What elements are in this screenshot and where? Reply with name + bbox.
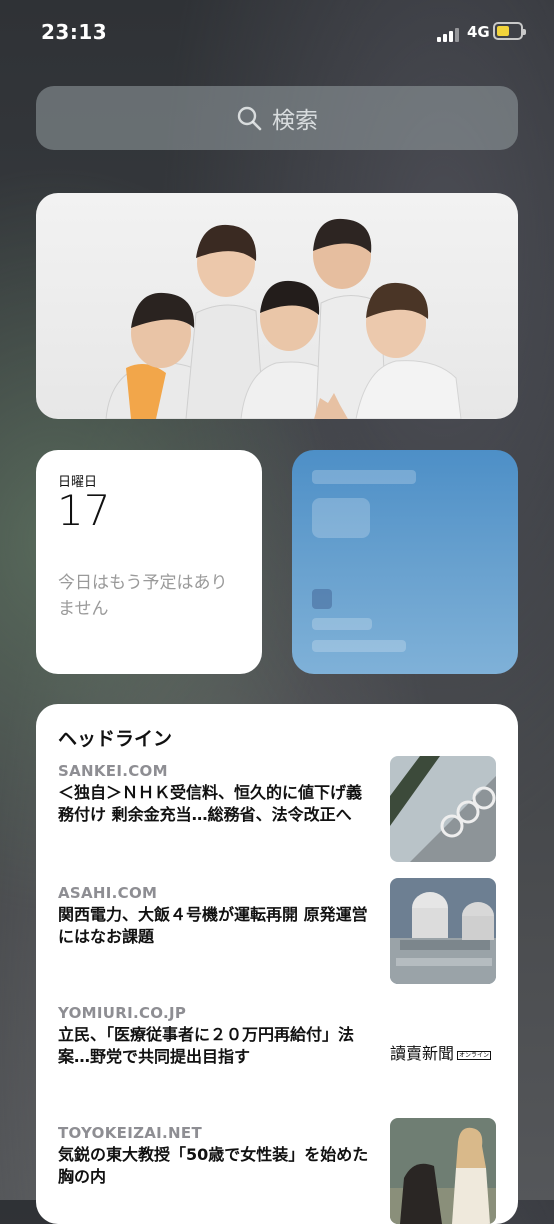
photos-widget[interactable]: [36, 193, 518, 419]
news-header: ヘッドライン: [58, 728, 173, 750]
news-thumbnail: [390, 1118, 496, 1224]
news-item[interactable]: TOYOKEIZAI.NET 気鋭の東大教授「50歳で女性装」を始めた胸の内: [58, 1118, 498, 1224]
placeholder-line: [312, 618, 372, 630]
news-title: 気鋭の東大教授「50歳で女性装」を始めた胸の内: [58, 1145, 369, 1186]
search-placeholder: 検索: [272, 108, 318, 134]
news-title: ＜独自＞ＮＨＫ受信料、恒久的に値下げ義務付け 剰余金充当…総務省、法令改正へ: [58, 783, 363, 824]
news-thumbnail: 讀賣新聞 オンライン: [390, 998, 496, 1104]
date-number: 17: [57, 486, 111, 535]
placeholder-block: [312, 498, 370, 538]
search-bar[interactable]: 検索: [36, 86, 518, 150]
placeholder-line: [312, 640, 406, 652]
news-thumbnail: [390, 756, 496, 862]
news-item[interactable]: YOMIURI.CO.JP 立民、「医療従事者に２０万円再給付」法案…野党で共同…: [58, 998, 498, 1112]
group-photo: [105, 218, 462, 419]
placeholder-square: [312, 589, 332, 609]
news-item[interactable]: ASAHI.COM 関西電力、大飯４号機が運転再開 原発運営にはなお課題: [58, 878, 498, 992]
signal-strength-icon: [437, 26, 461, 42]
status-bar: 23:13 4G: [0, 0, 554, 66]
battery-icon: [493, 22, 526, 40]
placeholder-line: [312, 470, 416, 484]
calendar-widget[interactable]: 日曜日 17 今日はもう予定はありません: [36, 450, 262, 674]
publisher-logo: 讀賣新聞 オンライン: [390, 1044, 492, 1063]
placeholder-widget[interactable]: [292, 450, 518, 674]
news-title: 関西電力、大飯４号機が運転再開 原発運営にはなお課題: [58, 905, 368, 946]
clock: 23:13: [41, 20, 108, 44]
network-type: 4G: [467, 23, 490, 41]
news-thumbnail: [390, 878, 496, 984]
news-title: 立民、「医療従事者に２０万円再給付」法案…野党で共同提出目指す: [58, 1025, 355, 1066]
news-widget[interactable]: ヘッドライン SANKEI.COM ＜独自＞ＮＨＫ受信料、恒久的に値下げ義務付け…: [36, 704, 518, 1224]
news-item[interactable]: SANKEI.COM ＜独自＞ＮＨＫ受信料、恒久的に値下げ義務付け 剰余金充当……: [58, 756, 498, 870]
search-icon: [237, 106, 262, 131]
no-events-text: 今日はもう予定はありません: [58, 573, 228, 619]
